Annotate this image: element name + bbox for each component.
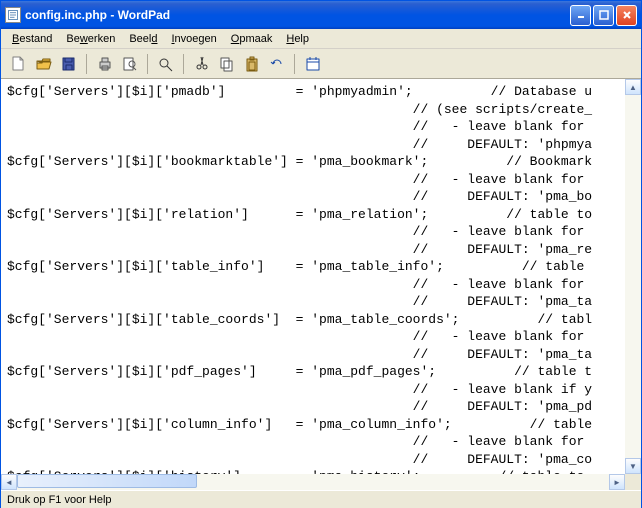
status-bar: Druk op F1 voor Help xyxy=(1,490,641,508)
title-bar: config.inc.php - WordPad xyxy=(1,1,641,29)
save-icon[interactable] xyxy=(57,53,80,75)
cut-icon[interactable] xyxy=(190,53,213,75)
print-icon[interactable] xyxy=(93,53,116,75)
find-icon[interactable] xyxy=(154,53,177,75)
open-icon[interactable] xyxy=(32,53,55,75)
datetime-icon[interactable] xyxy=(301,53,324,75)
status-text: Druk op F1 voor Help xyxy=(7,494,112,506)
scroll-up-button[interactable]: ▲ xyxy=(625,79,641,95)
menu-item-help[interactable]: Help xyxy=(279,31,316,47)
editor-area: $cfg['Servers'][$i]['pmadb'] = 'phpmyadm… xyxy=(1,79,641,490)
close-button[interactable] xyxy=(616,5,637,26)
undo-icon[interactable] xyxy=(265,53,288,75)
menu-item-bestand[interactable]: Bestand xyxy=(5,31,59,47)
scroll-left-button[interactable]: ◄ xyxy=(1,474,17,490)
maximize-button[interactable] xyxy=(593,5,614,26)
menu-bar: BestandBewerkenBeeldInvoegenOpmaakHelp xyxy=(1,29,641,49)
toolbar-separator xyxy=(294,54,295,74)
menu-item-beeld[interactable]: Beeld xyxy=(122,31,164,47)
new-icon[interactable] xyxy=(7,53,30,75)
toolbar xyxy=(1,49,641,79)
menu-item-bewerken[interactable]: Bewerken xyxy=(59,31,122,47)
toolbar-separator xyxy=(86,54,87,74)
toolbar-separator xyxy=(147,54,148,74)
scroll-down-button[interactable]: ▼ xyxy=(625,458,641,474)
scroll-h-thumb[interactable] xyxy=(17,474,197,488)
scroll-v-track[interactable] xyxy=(625,95,641,458)
menu-item-opmaak[interactable]: Opmaak xyxy=(224,31,280,47)
scroll-right-button[interactable]: ► xyxy=(609,474,625,490)
app-icon xyxy=(5,7,21,23)
scroll-corner xyxy=(625,474,641,490)
window-title: config.inc.php - WordPad xyxy=(25,8,570,22)
paste-icon[interactable] xyxy=(240,53,263,75)
toolbar-separator xyxy=(183,54,184,74)
window-controls xyxy=(570,5,637,26)
scroll-h-track[interactable] xyxy=(17,474,609,490)
copy-icon[interactable] xyxy=(215,53,238,75)
horizontal-scrollbar[interactable]: ◄ ► xyxy=(1,474,625,490)
print-preview-icon[interactable] xyxy=(118,53,141,75)
menu-item-invoegen[interactable]: Invoegen xyxy=(164,31,223,47)
vertical-scrollbar[interactable]: ▲ ▼ xyxy=(625,79,641,474)
minimize-button[interactable] xyxy=(570,5,591,26)
text-content[interactable]: $cfg['Servers'][$i]['pmadb'] = 'phpmyadm… xyxy=(1,79,625,474)
